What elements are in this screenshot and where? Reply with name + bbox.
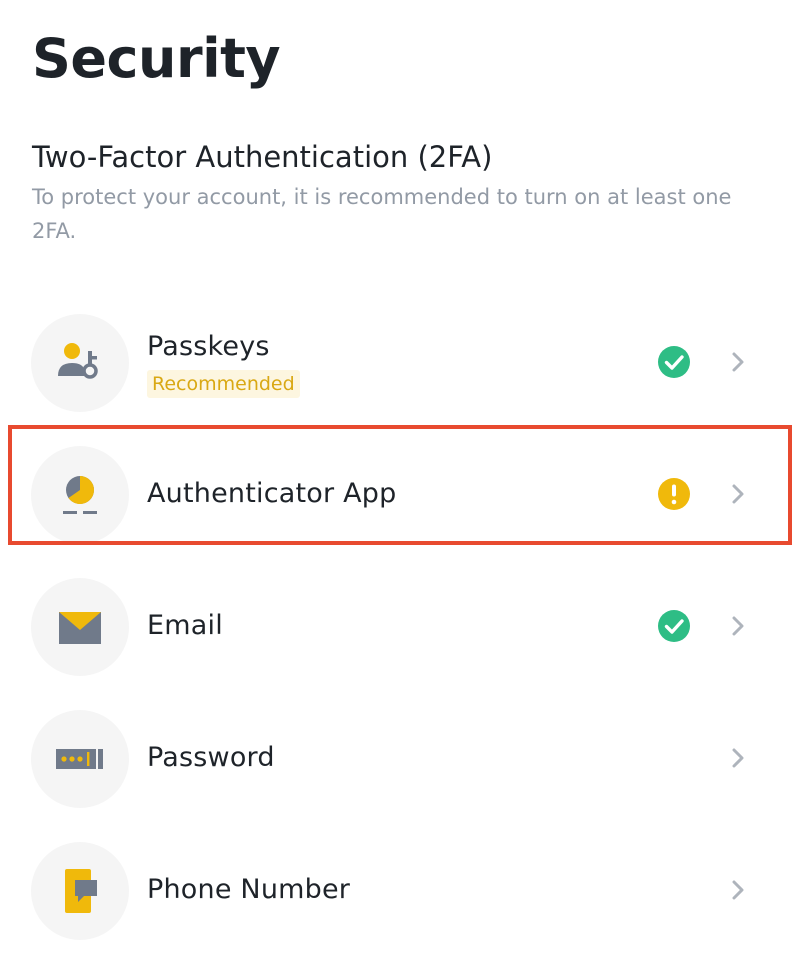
email-label: Email — [147, 610, 223, 641]
phone-icon-container — [31, 842, 129, 940]
envelope-icon-container — [31, 578, 129, 676]
security-item-password[interactable]: Password — [14, 694, 794, 822]
password-label: Password — [147, 742, 275, 773]
chevron-right-icon — [732, 616, 744, 636]
chevron-right-icon — [732, 352, 744, 372]
authenticator-app-icon — [63, 476, 97, 514]
passkey-icon-container — [31, 314, 129, 412]
chevron-right-icon — [732, 880, 744, 900]
phone-icon — [65, 869, 97, 913]
chevron-right-icon — [732, 484, 744, 504]
chevron-right-icon — [732, 748, 744, 768]
authenticator-app-icon-container — [31, 446, 129, 544]
envelope-icon — [59, 612, 101, 644]
passkeys-label: Passkeys — [147, 331, 270, 362]
security-item-authenticator-app[interactable]: Authenticator App — [14, 430, 794, 558]
security-item-email[interactable]: Email — [14, 562, 794, 690]
check-circle-icon — [658, 346, 690, 378]
password-icon-container — [31, 710, 129, 808]
page-title: Security — [32, 27, 281, 90]
two-factor-section-title: Two-Factor Authentication (2FA) — [32, 140, 493, 174]
security-item-passkeys[interactable]: Passkeys Recommended — [14, 298, 794, 426]
password-icon — [56, 749, 103, 769]
check-circle-icon — [658, 610, 690, 642]
warning-circle-icon — [658, 478, 690, 510]
passkey-icon — [58, 343, 98, 379]
security-item-phone-number[interactable]: Phone Number — [14, 826, 794, 954]
two-factor-description: To protect your account, it is recommend… — [32, 185, 732, 243]
authenticator-app-label: Authenticator App — [147, 478, 397, 509]
phone-number-label: Phone Number — [147, 874, 351, 905]
recommended-badge: Recommended — [147, 370, 300, 398]
